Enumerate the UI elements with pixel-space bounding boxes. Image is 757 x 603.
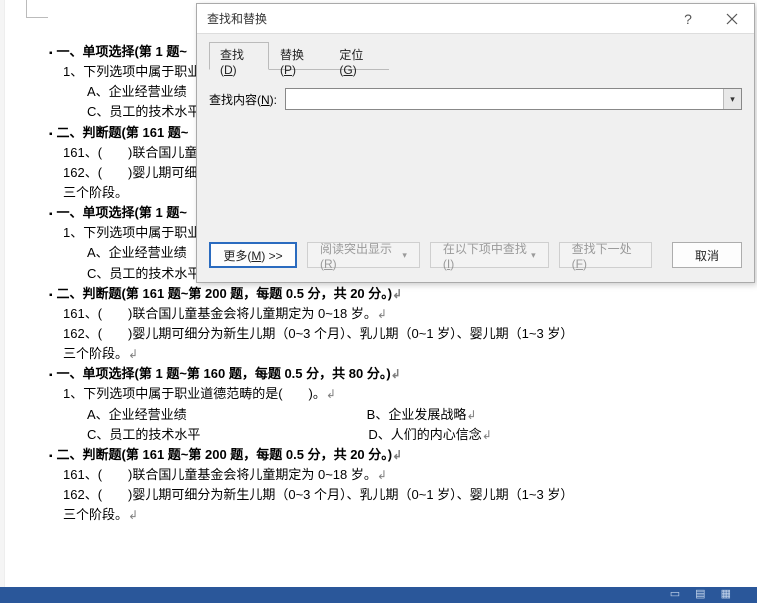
cancel-button[interactable]: 取消: [672, 242, 742, 268]
option-line: C、员工的技术水平D、人们的内心信念↲: [87, 425, 725, 445]
text-line: 三个阶段。↲: [63, 505, 725, 525]
question-line: 161、( )联合国儿童基金会将儿童期定为 0~18 岁。↲: [63, 465, 725, 485]
read-highlight-button[interactable]: 阅读突出显示(R)▾: [307, 242, 420, 268]
question-line: 162、( )婴儿期可细分为新生儿期（0~3 个月）、乳儿期（0~1 岁）、婴儿…: [63, 324, 725, 344]
view-mode-icons[interactable]: ▭ ▤ ▦: [670, 587, 737, 600]
section-title: 二、判断题(第 161 题~第 200 题，每题 0.5 分，共 20 分。)↲: [49, 284, 725, 304]
status-bar: ▭ ▤ ▦: [0, 587, 757, 603]
section-title: 一、单项选择(第 1 题~第 160 题，每题 0.5 分，共 80 分。)↲: [49, 364, 725, 384]
tab-find[interactable]: 查找(D): [209, 42, 269, 70]
more-button[interactable]: 更多(M) >>: [209, 242, 297, 268]
chevron-down-icon[interactable]: ▾: [723, 89, 741, 109]
help-button[interactable]: ?: [666, 4, 710, 34]
find-content-input[interactable]: [285, 88, 742, 110]
tab-goto[interactable]: 定位(G): [328, 42, 389, 69]
find-replace-dialog: 查找和替换 ? 查找(D) 替换(P) 定位(G) 查找内容(N): ▾ 更多(…: [196, 3, 755, 283]
option-line: A、企业经营业绩B、企业发展战略↲: [87, 405, 725, 425]
close-icon[interactable]: [710, 4, 754, 34]
dialog-title: 查找和替换: [207, 10, 267, 27]
question-line: 1、下列选项中属于职业道德范畴的是( )。↲: [63, 384, 725, 404]
text-line: 三个阶段。↲: [63, 344, 725, 364]
find-content-label: 查找内容(N):: [209, 91, 285, 108]
question-line: 162、( )婴儿期可细分为新生儿期（0~3 个月）、乳儿期（0~1 岁）、婴儿…: [63, 485, 725, 505]
find-in-button[interactable]: 在以下项中查找(I)▾: [430, 242, 549, 268]
find-next-button[interactable]: 查找下一处(F): [559, 242, 652, 268]
section-title: 二、判断题(第 161 题~第 200 题，每题 0.5 分，共 20 分。)↲: [49, 445, 725, 465]
dialog-tabs: 查找(D) 替换(P) 定位(G): [209, 42, 389, 70]
question-line: 161、( )联合国儿童基金会将儿童期定为 0~18 岁。↲: [63, 304, 725, 324]
tab-replace[interactable]: 替换(P): [269, 42, 328, 69]
dialog-titlebar[interactable]: 查找和替换 ?: [197, 4, 754, 34]
